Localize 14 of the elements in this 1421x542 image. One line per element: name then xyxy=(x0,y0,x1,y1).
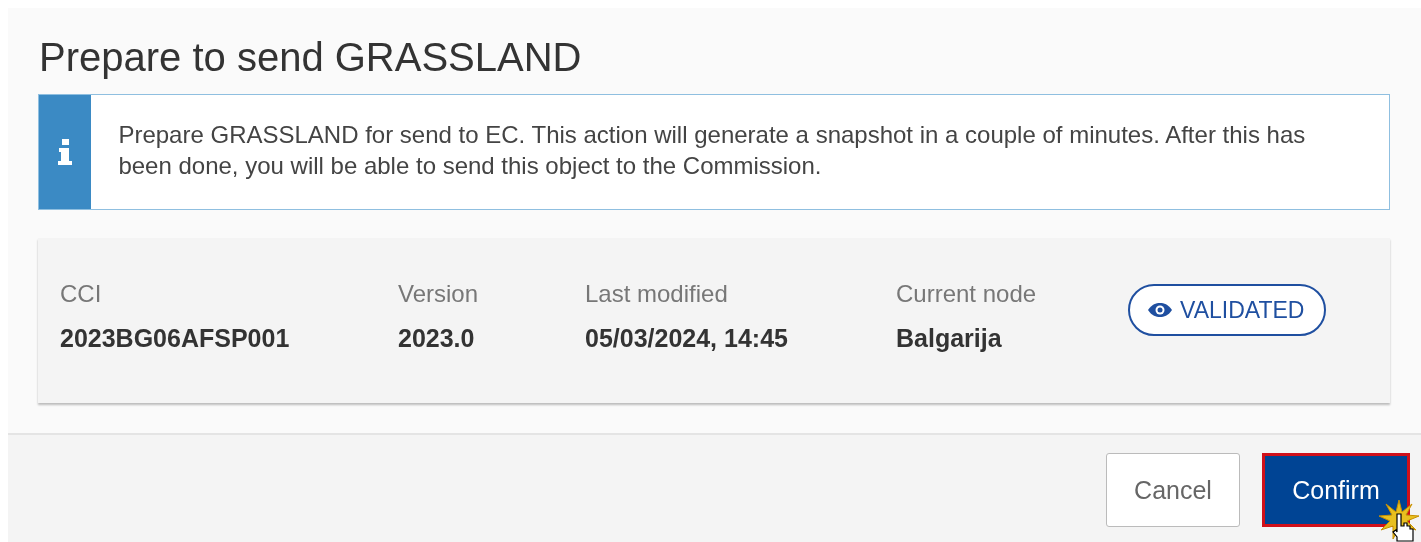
field-value: 2023BG06AFSP001 xyxy=(60,324,291,352)
field-label: Version xyxy=(398,280,480,308)
eye-icon xyxy=(1148,303,1172,317)
dialog-title: Prepare to send GRASSLAND xyxy=(38,34,583,80)
cancel-button[interactable]: Cancel xyxy=(1106,453,1240,527)
field-value: Balgarija xyxy=(896,324,1003,352)
field-value: 2023.0 xyxy=(398,324,476,352)
field-label: Current node xyxy=(896,280,1038,308)
field-value: 05/03/2024, 14:45 xyxy=(585,324,789,352)
info-icon xyxy=(58,139,73,165)
info-message: Prepare GRASSLAND for send to EC. This action will generate a snapshot in a couple of minutes. After this has been done, you will be able to send this object to the Commission. xyxy=(117,120,1307,181)
status-label: VALIDATED xyxy=(1180,296,1305,324)
field-label: CCI xyxy=(60,280,103,308)
field-label: Last modified xyxy=(585,280,729,308)
